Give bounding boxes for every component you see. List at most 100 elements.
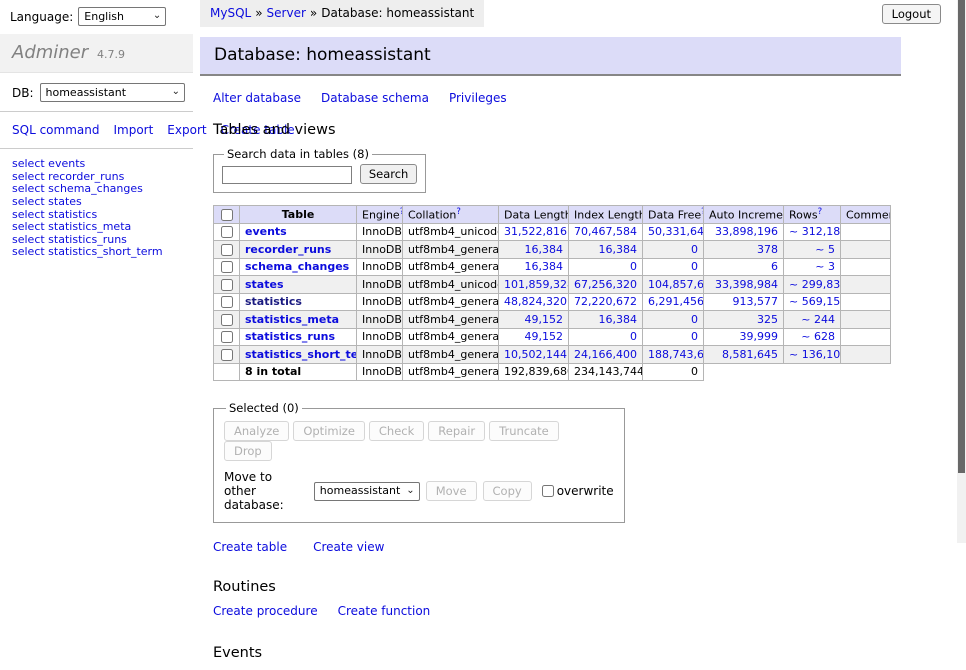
data-length-link[interactable]: 101,859,328 [504,278,569,291]
data-length-link[interactable]: 49,152 [525,330,564,343]
index-length-link[interactable]: 24,166,400 [574,348,637,361]
index-length-link[interactable]: 16,384 [599,313,638,326]
copy-button[interactable]: Copy [483,481,532,501]
data-length-link[interactable]: 31,522,816 [504,225,567,238]
create-table-link[interactable]: Create table [213,540,287,554]
table-name-link[interactable]: statistics_short_term [245,348,357,361]
rows-link[interactable]: ~ 3 [815,260,835,273]
data-length-link[interactable]: 16,384 [525,243,564,256]
overwrite-label: overwrite [557,484,614,498]
table-name-cell: statistics_runs [240,328,357,346]
table-name-link[interactable]: statistics [245,295,302,308]
data-free-link[interactable]: 0 [691,330,698,343]
data-free-link[interactable]: 6,291,456 [648,295,704,308]
data-free-link[interactable]: 0 [691,260,698,273]
row-checkbox[interactable] [221,244,233,256]
search-input[interactable] [222,166,352,184]
rows-link[interactable]: ~ 299,833 [789,278,841,291]
auto-increment-link[interactable]: 39,999 [740,330,779,343]
analyze-button[interactable]: Analyze [224,421,289,441]
scrollbar-thumb[interactable] [958,0,965,473]
index-length-link[interactable]: 72,220,672 [574,295,637,308]
row-checkbox[interactable] [221,314,233,326]
auto-increment-cell: 33,898,196 [704,223,784,241]
index-length-link[interactable]: 0 [630,330,637,343]
index-length-link[interactable]: 70,467,584 [574,225,637,238]
row-checkbox[interactable] [221,296,233,308]
breadcrumb-mysql-link[interactable]: MySQL [210,6,251,20]
optimize-button[interactable]: Optimize [293,421,365,441]
check-button[interactable]: Check [369,421,424,441]
sidebar-link-sql-command[interactable]: SQL command [12,123,99,137]
create-procedure-link[interactable]: Create procedure [213,604,318,618]
help-link[interactable]: ? [818,207,823,217]
row-checkbox[interactable] [221,226,233,238]
sidebar-item-select-events[interactable]: select events [12,158,181,171]
rows-link[interactable]: ~ 569,159 [789,295,841,308]
rows-link[interactable]: ~ 628 [801,330,835,343]
rows-link[interactable]: ~ 5 [815,243,835,256]
breadcrumb-server-link[interactable]: Server [267,6,306,20]
data-free-link[interactable]: 104,857,600 [648,278,704,291]
data-free-link[interactable]: 50,331,648 [648,225,704,238]
language-select[interactable]: English ⌄ [78,7,166,26]
overwrite-checkbox[interactable] [542,485,554,497]
index-length-link[interactable]: 67,256,320 [574,278,637,291]
auto-increment-link[interactable]: 8,581,645 [722,348,778,361]
data-free-cell: 50,331,648 [643,223,704,241]
move-button[interactable]: Move [426,481,477,501]
sidebar-item-select-statistics-meta[interactable]: select statistics_meta [12,221,181,234]
drop-button[interactable]: Drop [224,441,272,461]
data-length-link[interactable]: 48,824,320 [504,295,567,308]
rows-link[interactable]: ~ 136,108 [789,348,841,361]
repair-button[interactable]: Repair [428,421,485,441]
truncate-button[interactable]: Truncate [489,421,559,441]
create-view-link[interactable]: Create view [313,540,384,554]
db-select[interactable]: homeassistant ⌄ [40,83,185,102]
auto-increment-link[interactable]: 6 [771,260,778,273]
data-free-link[interactable]: 0 [691,243,698,256]
move-database-select[interactable]: homeassistant ⌄ [314,482,420,501]
privileges-link[interactable]: Privileges [449,91,507,105]
table-name-link[interactable]: schema_changes [245,260,349,273]
table-name-link[interactable]: statistics_runs [245,330,335,343]
rows-link[interactable]: ~ 312,180 [789,225,841,238]
row-checkbox-cell [214,346,240,364]
table-name-link[interactable]: recorder_runs [245,243,331,256]
auto-increment-link[interactable]: 33,398,984 [715,278,778,291]
auto-increment-link[interactable]: 378 [757,243,778,256]
data-length-link[interactable]: 10,502,144 [504,348,567,361]
help-link[interactable]: ? [456,207,461,217]
sidebar-link-import[interactable]: Import [113,123,153,137]
comment-cell [841,293,891,311]
app-name[interactable]: Adminer [12,42,88,63]
auto-increment-link[interactable]: 913,577 [733,295,779,308]
row-checkbox[interactable] [221,349,233,361]
row-checkbox[interactable] [221,279,233,291]
data-free-cell: 6,291,456 [643,293,704,311]
database-schema-link[interactable]: Database schema [321,91,429,105]
alter-database-link[interactable]: Alter database [213,91,301,105]
data-free-link[interactable]: 0 [691,313,698,326]
vertical-scrollbar[interactable] [957,0,966,543]
index-length-link[interactable]: 16,384 [599,243,638,256]
select-all-checkbox[interactable] [221,209,233,221]
sidebar-item-select-statistics-short-term[interactable]: select statistics_short_term [12,246,181,259]
table-name-link[interactable]: events [245,225,287,238]
table-name-link[interactable]: statistics_meta [245,313,339,326]
logout-button[interactable]: Logout [882,4,941,24]
row-checkbox[interactable] [221,331,233,343]
data-length-link[interactable]: 16,384 [525,260,564,273]
data-free-link[interactable]: 188,743,680 [648,348,704,361]
auto-increment-link[interactable]: 33,898,196 [715,225,778,238]
data-length-link[interactable]: 49,152 [525,313,564,326]
index-length-link[interactable]: 0 [630,260,637,273]
sidebar-item-select-states[interactable]: select states [12,196,181,209]
row-checkbox[interactable] [221,261,233,273]
chevron-down-icon: ⌄ [406,486,414,496]
search-button[interactable]: Search [360,164,418,184]
table-name-link[interactable]: states [245,278,284,291]
create-function-link[interactable]: Create function [338,604,431,618]
rows-link[interactable]: ~ 244 [801,313,835,326]
auto-increment-link[interactable]: 325 [757,313,778,326]
